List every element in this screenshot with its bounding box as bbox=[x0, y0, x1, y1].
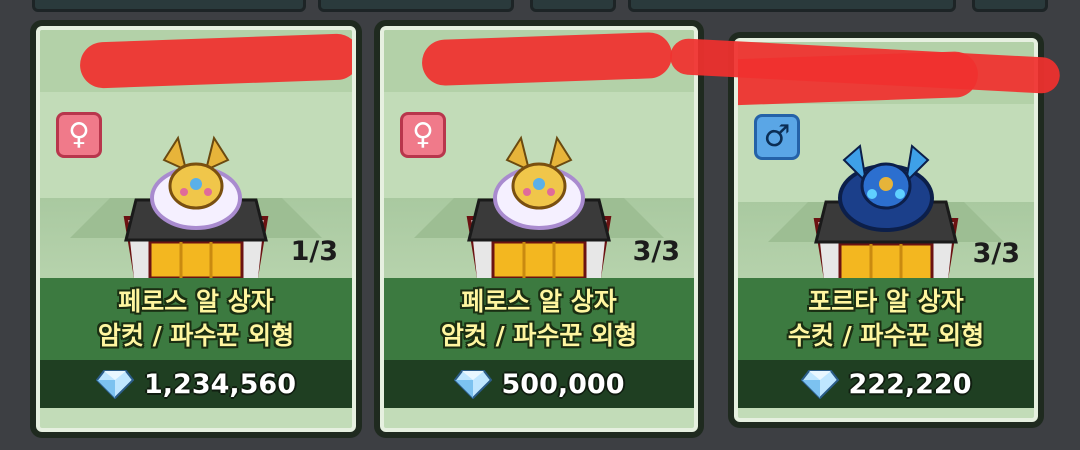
shop-item-card[interactable]: ♀ 1/3 페로스 알 상자 암컷 / 파수꾼 외형 1,234,560 bbox=[30, 20, 362, 438]
egg-box-icon bbox=[123, 135, 269, 280]
item-name-area bbox=[384, 30, 694, 92]
top-tab-2[interactable] bbox=[318, 0, 514, 12]
venus-icon: ♀ bbox=[68, 117, 90, 152]
redaction-scribble bbox=[421, 31, 673, 87]
shop-item-card[interactable]: ♀ 3/3 페로스 알 상자 암컷 / 파수꾼 외형 500,000 bbox=[374, 20, 704, 438]
item-name: 페로스 알 상자 bbox=[461, 287, 617, 316]
diamond-icon bbox=[95, 370, 134, 399]
egg-box-icon bbox=[813, 144, 959, 282]
item-subtitle: 수컷 / 파수꾼 외형 bbox=[787, 321, 985, 350]
item-label: 포르타 알 상자 수컷 / 파수꾼 외형 bbox=[738, 278, 1034, 360]
card-body: ♀ 1/3 페로스 알 상자 암컷 / 파수꾼 외형 1,234,560 bbox=[36, 26, 356, 432]
stock-count: 3/3 bbox=[972, 238, 1020, 269]
item-subtitle: 암컷 / 파수꾼 외형 bbox=[97, 321, 295, 350]
venus-icon: ♀ bbox=[412, 117, 434, 152]
gender-badge: ♀ bbox=[56, 112, 102, 158]
price-button[interactable]: 500,000 bbox=[384, 360, 694, 408]
mars-icon: ♂ bbox=[763, 119, 791, 154]
card-body: ♀ 3/3 페로스 알 상자 암컷 / 파수꾼 외형 500,000 bbox=[380, 26, 698, 432]
gender-badge: ♀ bbox=[400, 112, 446, 158]
diamond-icon bbox=[453, 370, 492, 399]
top-tab-1[interactable] bbox=[32, 0, 306, 12]
stock-count: 3/3 bbox=[632, 236, 680, 267]
price-value: 222,220 bbox=[848, 368, 972, 400]
gender-badge: ♂ bbox=[754, 114, 800, 160]
top-tab-5[interactable] bbox=[972, 0, 1048, 12]
item-name: 페로스 알 상자 bbox=[118, 287, 274, 316]
item-label: 페로스 알 상자 암컷 / 파수꾼 외형 bbox=[40, 278, 352, 360]
egg-box-icon bbox=[466, 135, 612, 280]
item-label: 페로스 알 상자 암컷 / 파수꾼 외형 bbox=[384, 278, 694, 360]
card-body: ♂ 3/3 포르타 알 상자 수컷 / 파수꾼 외형 222,220 bbox=[734, 38, 1038, 422]
top-tab-4[interactable] bbox=[628, 0, 956, 12]
price-value: 1,234,560 bbox=[143, 368, 297, 400]
shop-item-card[interactable]: ♂ 3/3 포르타 알 상자 수컷 / 파수꾼 외형 222,220 bbox=[728, 32, 1044, 428]
redaction-scribble bbox=[79, 33, 352, 89]
price-value: 500,000 bbox=[501, 368, 625, 400]
top-tab-3[interactable] bbox=[530, 0, 616, 12]
item-subtitle: 암컷 / 파수꾼 외형 bbox=[440, 321, 638, 350]
item-name-area bbox=[40, 30, 352, 92]
price-button[interactable]: 1,234,560 bbox=[40, 360, 352, 408]
item-name: 포르타 알 상자 bbox=[808, 287, 964, 316]
diamond-icon bbox=[800, 370, 839, 399]
price-button[interactable]: 222,220 bbox=[738, 360, 1034, 408]
stock-count: 1/3 bbox=[290, 236, 338, 267]
